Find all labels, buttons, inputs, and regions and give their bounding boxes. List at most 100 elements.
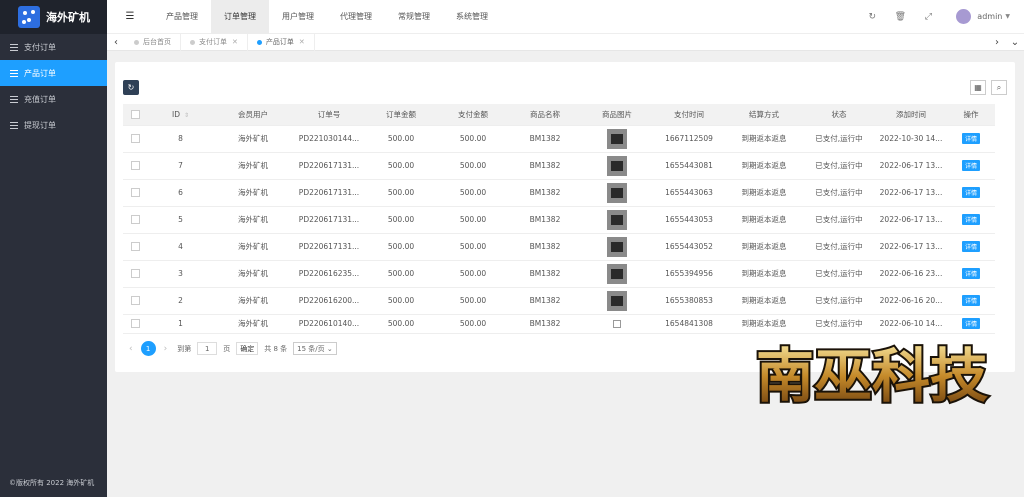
cell-image	[581, 206, 653, 234]
logo[interactable]: 海外矿机	[0, 0, 107, 34]
table-row[interactable]: 4 海外矿机 PD220617131... 500.00 500.00 BM1382 165…	[123, 233, 995, 261]
cell-added: 2022-06-16 20...	[875, 287, 947, 315]
row-checkbox[interactable]	[131, 161, 140, 171]
column-header-label: 订单金额	[386, 109, 416, 119]
confirm-button[interactable]: 确定	[236, 342, 259, 355]
tab-menu-chevron-icon[interactable]: ⌄	[1006, 37, 1024, 48]
tab-0[interactable]: 后台首页	[125, 33, 181, 51]
cell-image	[581, 125, 653, 153]
column-header-label: 订单号	[317, 109, 341, 119]
row-checkbox[interactable]	[131, 296, 140, 306]
detail-button[interactable]: 详情	[961, 241, 980, 252]
table-row[interactable]: 2 海外矿机 PD220616200... 500.00 500.00 BM1382 165…	[123, 287, 995, 315]
cell-image	[581, 314, 653, 334]
detail-button[interactable]: 详情	[961, 187, 980, 198]
top-menu-item-5[interactable]: 系统管理	[443, 0, 501, 34]
product-thumbnail[interactable]	[607, 182, 627, 203]
cell-product: BM1382	[509, 152, 581, 180]
row-checkbox[interactable]	[131, 188, 140, 198]
detail-button[interactable]: 详情	[961, 295, 980, 306]
column-header-3: 订单金额	[365, 104, 437, 126]
sidebar-item-0[interactable]: 支付订单	[0, 34, 107, 60]
product-thumbnail[interactable]	[607, 290, 627, 311]
table-row[interactable]: 8 海外矿机 PD221030144... 500.00 500.00 BM1382 166…	[123, 125, 995, 153]
row-checkbox-cell[interactable]	[123, 233, 148, 261]
cell-status: 已支付,运行中	[803, 206, 875, 234]
table-row[interactable]: 5 海外矿机 PD220617131... 500.00 500.00 BM1382 165…	[123, 206, 995, 234]
product-thumbnail[interactable]	[607, 263, 627, 284]
per-page-select[interactable]: 15 条/页 ⌄	[293, 342, 337, 355]
column-filter-button[interactable]: ▦	[970, 80, 986, 95]
detail-button[interactable]: 详情	[961, 133, 980, 144]
top-menu-item-2[interactable]: 用户管理	[269, 0, 327, 34]
row-checkbox[interactable]	[131, 242, 140, 252]
close-icon[interactable]: ✕	[299, 38, 305, 46]
per-page-value: 15 条/页	[297, 344, 325, 353]
column-header-label: 添加时间	[896, 109, 926, 119]
row-checkbox-cell[interactable]	[123, 179, 148, 207]
detail-button[interactable]: 详情	[961, 214, 980, 225]
product-thumbnail[interactable]	[607, 128, 627, 149]
cell-order_amount: 500.00	[365, 287, 437, 315]
sidebar-item-2[interactable]: 充值订单	[0, 86, 107, 112]
product-thumbnail[interactable]	[607, 209, 627, 230]
row-checkbox-cell[interactable]	[123, 314, 148, 334]
table-refresh-button[interactable]: ↻	[123, 80, 139, 95]
watermark-text: 南巫科技	[756, 342, 988, 410]
top-menu-item-4[interactable]: 常规管理	[385, 0, 443, 34]
caret-down-icon[interactable]: ▼	[1005, 13, 1010, 20]
column-header-6: 商品图片	[581, 104, 653, 126]
row-checkbox[interactable]	[131, 269, 140, 279]
table-row[interactable]: 3 海外矿机 PD220616235... 500.00 500.00 BM1382 165…	[123, 260, 995, 288]
page-input[interactable]: 1	[197, 342, 218, 355]
table-row[interactable]: 6 海外矿机 PD220617131... 500.00 500.00 BM1382 165…	[123, 179, 995, 207]
fullscreen-icon[interactable]: ⤢	[914, 12, 942, 22]
sidebar-item-1[interactable]: 产品订单	[0, 60, 107, 86]
detail-button[interactable]: 详情	[961, 268, 980, 279]
top-menu-item-3[interactable]: 代理管理	[327, 0, 385, 34]
page-button-current[interactable]: 1	[140, 341, 156, 356]
search-button[interactable]: ⌕	[991, 80, 1007, 95]
tab-1[interactable]: 支付订单 ✕	[181, 33, 248, 51]
row-checkbox-cell[interactable]	[123, 206, 148, 234]
tab-label: 支付订单	[199, 38, 227, 46]
column-header-0[interactable]: ID ⇕	[148, 104, 213, 126]
detail-button[interactable]: 详情	[961, 160, 980, 171]
top-menu-item-1[interactable]: 订单管理	[211, 0, 269, 34]
table-row[interactable]: 7 海外矿机 PD220617131... 500.00 500.00 BM1382 165…	[123, 152, 995, 180]
tab-2[interactable]: 产品订单 ✕	[248, 33, 315, 51]
row-checkbox-cell[interactable]	[123, 152, 148, 180]
cell-id: 4	[148, 233, 213, 261]
row-checkbox[interactable]	[131, 319, 140, 329]
cell-status: 已支付,运行中	[803, 233, 875, 261]
prev-page-icon[interactable]: ‹	[129, 344, 133, 354]
select-all-checkbox[interactable]	[131, 110, 140, 119]
close-icon[interactable]: ✕	[232, 38, 238, 46]
row-checkbox[interactable]	[131, 134, 140, 144]
trash-icon[interactable]: 🗑	[886, 12, 914, 22]
top-menu-item-0[interactable]: 产品管理	[153, 0, 211, 34]
column-header-label: 支付金额	[458, 109, 488, 119]
cell-pay_amount: 500.00	[437, 125, 509, 153]
product-thumbnail[interactable]	[607, 155, 627, 176]
row-checkbox-cell[interactable]	[123, 260, 148, 288]
sort-icon[interactable]: ⇕	[184, 112, 189, 119]
product-thumbnail[interactable]	[607, 236, 627, 257]
tab-bar: ‹ 后台首页 支付订单 ✕ 产品订单 ✕ › ⌄	[107, 33, 1024, 51]
cell-id: 8	[148, 125, 213, 153]
user-name[interactable]: admin	[977, 12, 1002, 21]
row-checkbox-cell[interactable]	[123, 125, 148, 153]
row-checkbox[interactable]	[131, 215, 140, 225]
tab-scroll-right-icon[interactable]: ›	[988, 37, 1006, 48]
row-checkbox-cell[interactable]	[123, 287, 148, 315]
tab-scroll-left-icon[interactable]: ‹	[107, 37, 125, 48]
cell-user: 海外矿机	[213, 233, 293, 261]
cell-pay_time: 1655443063	[653, 179, 725, 207]
menu-toggle-icon[interactable]: ☰	[107, 11, 153, 22]
avatar[interactable]	[956, 9, 972, 24]
sidebar-item-3[interactable]: 提现订单	[0, 112, 107, 138]
select-all-checkbox-cell[interactable]	[123, 104, 148, 126]
page-unit-label: 页	[223, 344, 231, 353]
refresh-icon[interactable]: ↻	[858, 12, 886, 22]
next-page-icon[interactable]: ›	[164, 344, 168, 354]
